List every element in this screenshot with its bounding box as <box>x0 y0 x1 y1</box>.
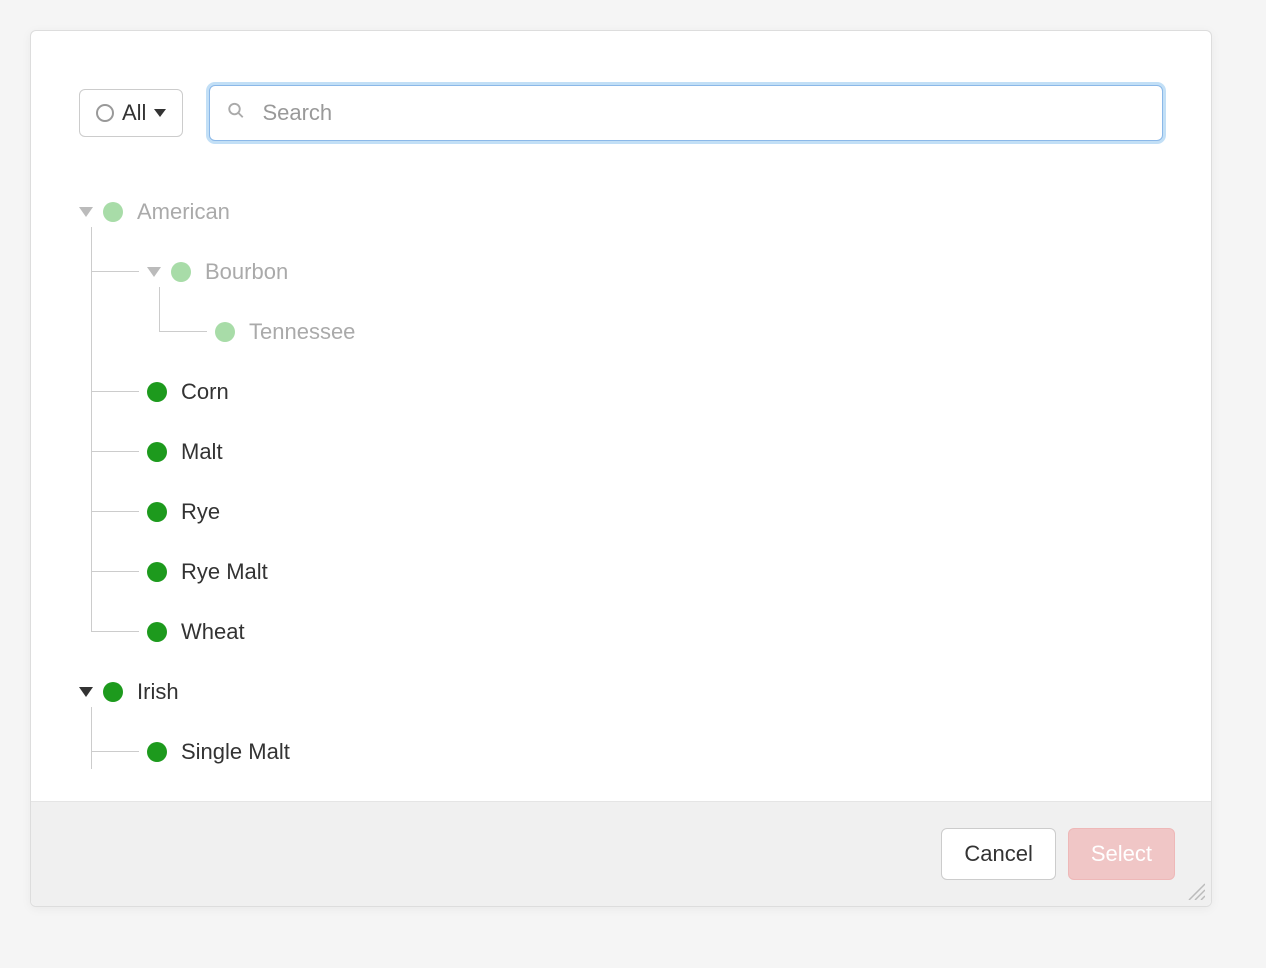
tree-node[interactable]: Corn <box>79 375 1163 409</box>
tree-node[interactable]: Single Malt <box>79 735 1163 769</box>
status-dot-icon <box>147 742 167 762</box>
filter-all-button[interactable]: All <box>79 89 183 137</box>
modal-body: All American Bourbon Tennessee Corn Malt Rye R… <box>31 31 1211 801</box>
resize-grip-icon[interactable] <box>1185 880 1205 900</box>
tree-node-label: Bourbon <box>205 259 288 285</box>
tree-node[interactable]: Rye Malt <box>79 555 1163 589</box>
tree-node[interactable]: Tennessee <box>79 315 1163 349</box>
tree-node-label: Wheat <box>181 619 245 645</box>
status-dot-icon <box>103 682 123 702</box>
search-wrap <box>209 85 1163 141</box>
indent-spacer <box>147 315 215 349</box>
tree-node-label: Malt <box>181 439 223 465</box>
indent-spacer <box>79 615 147 649</box>
picker-modal: All American Bourbon Tennessee Corn Malt Rye R… <box>30 30 1212 907</box>
tree-node-label: Corn <box>181 379 229 405</box>
disclosure-triangle-icon[interactable] <box>79 207 93 217</box>
status-dot-icon <box>147 382 167 402</box>
cancel-button[interactable]: Cancel <box>941 828 1055 880</box>
tree-node-label: Tennessee <box>249 319 355 345</box>
tree-node-label: Single Malt <box>181 739 290 765</box>
chevron-down-icon <box>154 109 166 117</box>
indent-spacer <box>79 255 147 289</box>
disclosure-triangle-icon[interactable] <box>79 687 93 697</box>
status-dot-icon <box>103 202 123 222</box>
status-dot-icon <box>147 562 167 582</box>
indent-spacer <box>79 495 147 529</box>
select-button[interactable]: Select <box>1068 828 1175 880</box>
toolbar: All <box>79 85 1163 141</box>
filter-label: All <box>122 100 146 126</box>
search-icon <box>227 102 245 125</box>
status-dot-icon <box>215 322 235 342</box>
tree-node[interactable]: Malt <box>79 435 1163 469</box>
tree-node-label: Rye <box>181 499 220 525</box>
tree-node[interactable]: American <box>79 195 1163 229</box>
tree-node[interactable]: Bourbon <box>79 255 1163 289</box>
tree-node-label: American <box>137 199 230 225</box>
indent-spacer <box>79 735 147 769</box>
search-input[interactable] <box>209 85 1163 141</box>
circle-outline-icon <box>96 104 114 122</box>
tree-view: American Bourbon Tennessee Corn Malt Rye Rye M… <box>79 195 1163 769</box>
tree-node-label: Rye Malt <box>181 559 268 585</box>
indent-spacer <box>79 555 147 589</box>
status-dot-icon <box>147 442 167 462</box>
indent-spacer <box>79 315 147 349</box>
tree-node[interactable]: Irish <box>79 675 1163 709</box>
indent-spacer <box>79 375 147 409</box>
disclosure-triangle-icon[interactable] <box>147 267 161 277</box>
modal-footer: Cancel Select <box>31 801 1211 906</box>
status-dot-icon <box>171 262 191 282</box>
indent-spacer <box>79 435 147 469</box>
status-dot-icon <box>147 622 167 642</box>
tree-node[interactable]: Wheat <box>79 615 1163 649</box>
status-dot-icon <box>147 502 167 522</box>
tree-node-label: Irish <box>137 679 179 705</box>
tree-node[interactable]: Rye <box>79 495 1163 529</box>
